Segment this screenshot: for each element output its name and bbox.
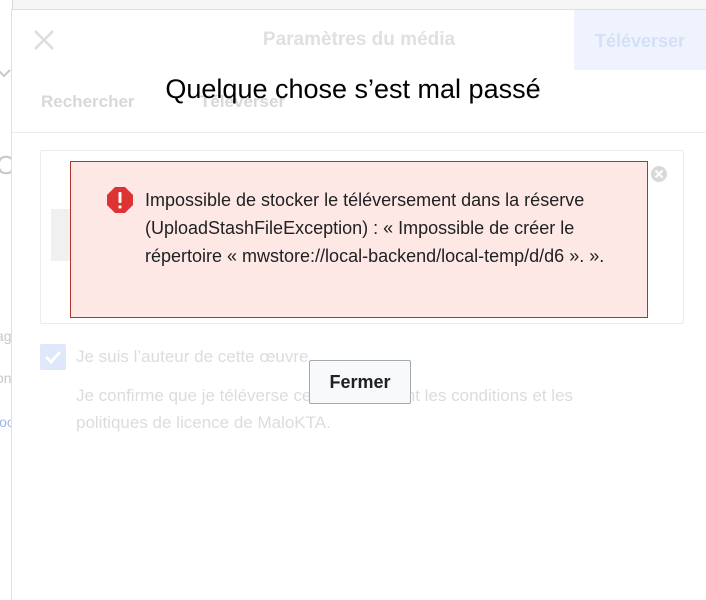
upload-button[interactable]: Téléverser — [574, 10, 706, 70]
checkmark-icon — [44, 350, 62, 365]
error-message-box: Impossible de stocker le téléversement d… — [70, 161, 648, 318]
dialog-header: Paramètres du média Téléverser — [12, 10, 706, 70]
error-text: Impossible de stocker le téléversement d… — [145, 190, 605, 266]
background-fragment: ag — [0, 328, 12, 344]
message-dialog-title: Quelque chose s’est mal passé — [165, 74, 541, 104]
close-button[interactable]: Fermer — [309, 360, 411, 404]
error-icon — [107, 187, 133, 213]
own-work-label: Je suis l’auteur de cette œuvre — [76, 347, 309, 366]
remove-file-icon[interactable] — [650, 165, 668, 183]
own-work-checkbox[interactable] — [40, 344, 66, 370]
background-fragment: on — [0, 370, 12, 386]
